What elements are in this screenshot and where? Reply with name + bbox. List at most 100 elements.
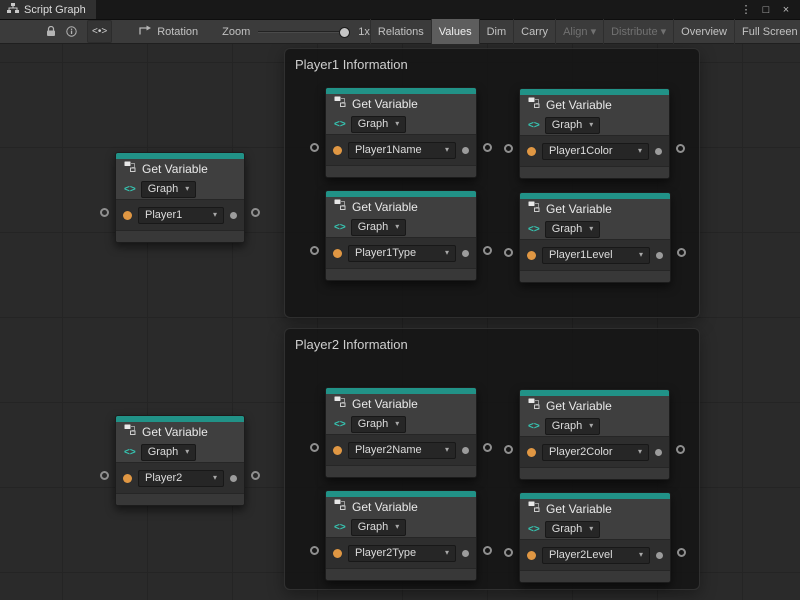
output-port[interactable] bbox=[251, 208, 260, 217]
tab-title: Script Graph bbox=[24, 4, 86, 16]
value-output-dot[interactable] bbox=[655, 148, 662, 155]
output-port[interactable] bbox=[677, 548, 686, 557]
node-get-variable-player2name[interactable]: Get Variable <> Graph ▾ Player2Name ▾ bbox=[325, 387, 477, 478]
distribute-dropdown[interactable]: Distribute ▾ bbox=[603, 19, 673, 44]
variable-dropdown[interactable]: Player1Color ▾ bbox=[542, 143, 649, 160]
kind-dropdown[interactable]: Graph ▾ bbox=[545, 521, 601, 538]
variable-label: Player2Name bbox=[355, 444, 422, 456]
value-input-dot[interactable] bbox=[333, 249, 342, 258]
lock-icon[interactable] bbox=[42, 20, 60, 43]
input-port[interactable] bbox=[310, 443, 319, 452]
node-get-variable-player2[interactable]: Get Variable <> Graph ▾ Player2 ▾ bbox=[115, 415, 245, 506]
variable-dropdown[interactable]: Player2Type ▾ bbox=[348, 545, 456, 562]
output-port[interactable] bbox=[677, 248, 686, 257]
input-port[interactable] bbox=[310, 143, 319, 152]
variable-dropdown[interactable]: Player2Color ▾ bbox=[542, 444, 649, 461]
dim-button[interactable]: Dim bbox=[479, 19, 514, 44]
kind-label: Graph bbox=[358, 221, 389, 233]
input-port[interactable] bbox=[504, 548, 513, 557]
node-title: Get Variable bbox=[352, 500, 418, 514]
zoom-slider[interactable] bbox=[258, 25, 350, 39]
node-get-variable-player2color[interactable]: Get Variable <> Graph ▾ Player2Color ▾ bbox=[519, 389, 670, 480]
value-input-dot[interactable] bbox=[333, 446, 342, 455]
value-input-dot[interactable] bbox=[527, 551, 536, 560]
align-dropdown[interactable]: Align ▾ bbox=[555, 19, 603, 44]
value-input-dot[interactable] bbox=[123, 211, 132, 220]
rotation-control[interactable]: Rotation bbox=[138, 24, 198, 39]
value-output-dot[interactable] bbox=[462, 447, 469, 454]
value-output-dot[interactable] bbox=[462, 550, 469, 557]
input-port[interactable] bbox=[310, 246, 319, 255]
output-port[interactable] bbox=[251, 471, 260, 480]
kind-dropdown[interactable]: Graph ▾ bbox=[351, 519, 407, 536]
menu-icon[interactable]: ⋮ bbox=[738, 2, 754, 18]
variable-dropdown[interactable]: Player1Type ▾ bbox=[348, 245, 456, 262]
variable-label: Player1Type bbox=[355, 247, 416, 259]
kind-dropdown[interactable]: Graph ▾ bbox=[545, 418, 601, 435]
fullscreen-button[interactable]: Full Screen bbox=[734, 19, 800, 44]
variable-dropdown[interactable]: Player2Level ▾ bbox=[542, 547, 650, 564]
input-port[interactable] bbox=[504, 144, 513, 153]
kind-dropdown[interactable]: Graph ▾ bbox=[351, 219, 407, 236]
value-output-dot[interactable] bbox=[462, 250, 469, 257]
overview-button[interactable]: Overview bbox=[673, 19, 734, 44]
close-icon[interactable]: × bbox=[778, 2, 794, 18]
node-get-variable-player1name[interactable]: Get Variable <> Graph ▾ Player1Name ▾ bbox=[325, 87, 477, 178]
output-port[interactable] bbox=[483, 143, 492, 152]
value-output-dot[interactable] bbox=[655, 449, 662, 456]
output-port[interactable] bbox=[676, 445, 685, 454]
input-port[interactable] bbox=[504, 445, 513, 454]
output-port[interactable] bbox=[676, 144, 685, 153]
variable-dropdown[interactable]: Player2 ▾ bbox=[138, 470, 224, 487]
kind-dropdown[interactable]: Graph ▾ bbox=[545, 117, 601, 134]
node-get-variable-player1color[interactable]: Get Variable <> Graph ▾ Player1Color ▾ bbox=[519, 88, 670, 179]
input-port[interactable] bbox=[310, 546, 319, 555]
get-variable-icon bbox=[124, 423, 137, 441]
input-port[interactable] bbox=[504, 248, 513, 257]
value-input-dot[interactable] bbox=[527, 448, 536, 457]
node-get-variable-player1level[interactable]: Get Variable <> Graph ▾ Player1Level ▾ bbox=[519, 192, 671, 283]
input-port[interactable] bbox=[100, 471, 109, 480]
input-port[interactable] bbox=[100, 208, 109, 217]
output-port[interactable] bbox=[483, 546, 492, 555]
kind-dropdown[interactable]: Graph ▾ bbox=[545, 221, 601, 238]
value-input-dot[interactable] bbox=[527, 251, 536, 260]
variable-dropdown[interactable]: Player1 ▾ bbox=[138, 207, 224, 224]
kind-dropdown[interactable]: Graph ▾ bbox=[141, 181, 197, 198]
kind-dropdown[interactable]: Graph ▾ bbox=[351, 416, 407, 433]
node-kind-row: <> Graph ▾ bbox=[520, 416, 669, 436]
value-output-dot[interactable] bbox=[462, 147, 469, 154]
value-input-dot[interactable] bbox=[333, 549, 342, 558]
node-get-variable-player2type[interactable]: Get Variable <> Graph ▾ Player2Type ▾ bbox=[325, 490, 477, 581]
node-get-variable-player1[interactable]: Get Variable <> Graph ▾ Player1 ▾ bbox=[115, 152, 245, 243]
carry-button[interactable]: Carry bbox=[513, 19, 555, 44]
kind-dropdown[interactable]: Graph ▾ bbox=[141, 444, 197, 461]
relations-button[interactable]: Relations bbox=[370, 19, 431, 44]
node-footer bbox=[520, 167, 669, 178]
value-input-dot[interactable] bbox=[333, 146, 342, 155]
variable-dropdown[interactable]: Player2Name ▾ bbox=[348, 442, 456, 459]
value-output-dot[interactable] bbox=[656, 252, 663, 259]
value-output-dot[interactable] bbox=[230, 475, 237, 482]
value-input-dot[interactable] bbox=[527, 147, 536, 156]
node-get-variable-player2level[interactable]: Get Variable <> Graph ▾ Player2Level ▾ bbox=[519, 492, 671, 583]
node-title: Get Variable bbox=[546, 98, 612, 112]
get-variable-icon bbox=[528, 96, 541, 114]
zoom-slider-handle[interactable] bbox=[339, 27, 350, 38]
value-output-dot[interactable] bbox=[656, 552, 663, 559]
output-port[interactable] bbox=[483, 246, 492, 255]
output-port[interactable] bbox=[483, 443, 492, 452]
node-get-variable-player1type[interactable]: Get Variable <> Graph ▾ Player1Type ▾ bbox=[325, 190, 477, 281]
variable-dropdown[interactable]: Player1Name ▾ bbox=[348, 142, 456, 159]
variable-dropdown[interactable]: Player1Level ▾ bbox=[542, 247, 650, 264]
graph-canvas[interactable]: Player1 Information Player2 Information … bbox=[0, 44, 800, 600]
maximize-icon[interactable]: □ bbox=[758, 2, 774, 18]
value-input-dot[interactable] bbox=[123, 474, 132, 483]
info-icon[interactable] bbox=[62, 20, 81, 43]
value-output-dot[interactable] bbox=[230, 212, 237, 219]
kind-dropdown[interactable]: Graph ▾ bbox=[351, 116, 407, 133]
values-button[interactable]: Values bbox=[431, 19, 479, 44]
code-view-icon[interactable]: <•> bbox=[87, 20, 112, 43]
tab-script-graph[interactable]: Script Graph bbox=[0, 0, 96, 19]
node-title: Get Variable bbox=[546, 399, 612, 413]
